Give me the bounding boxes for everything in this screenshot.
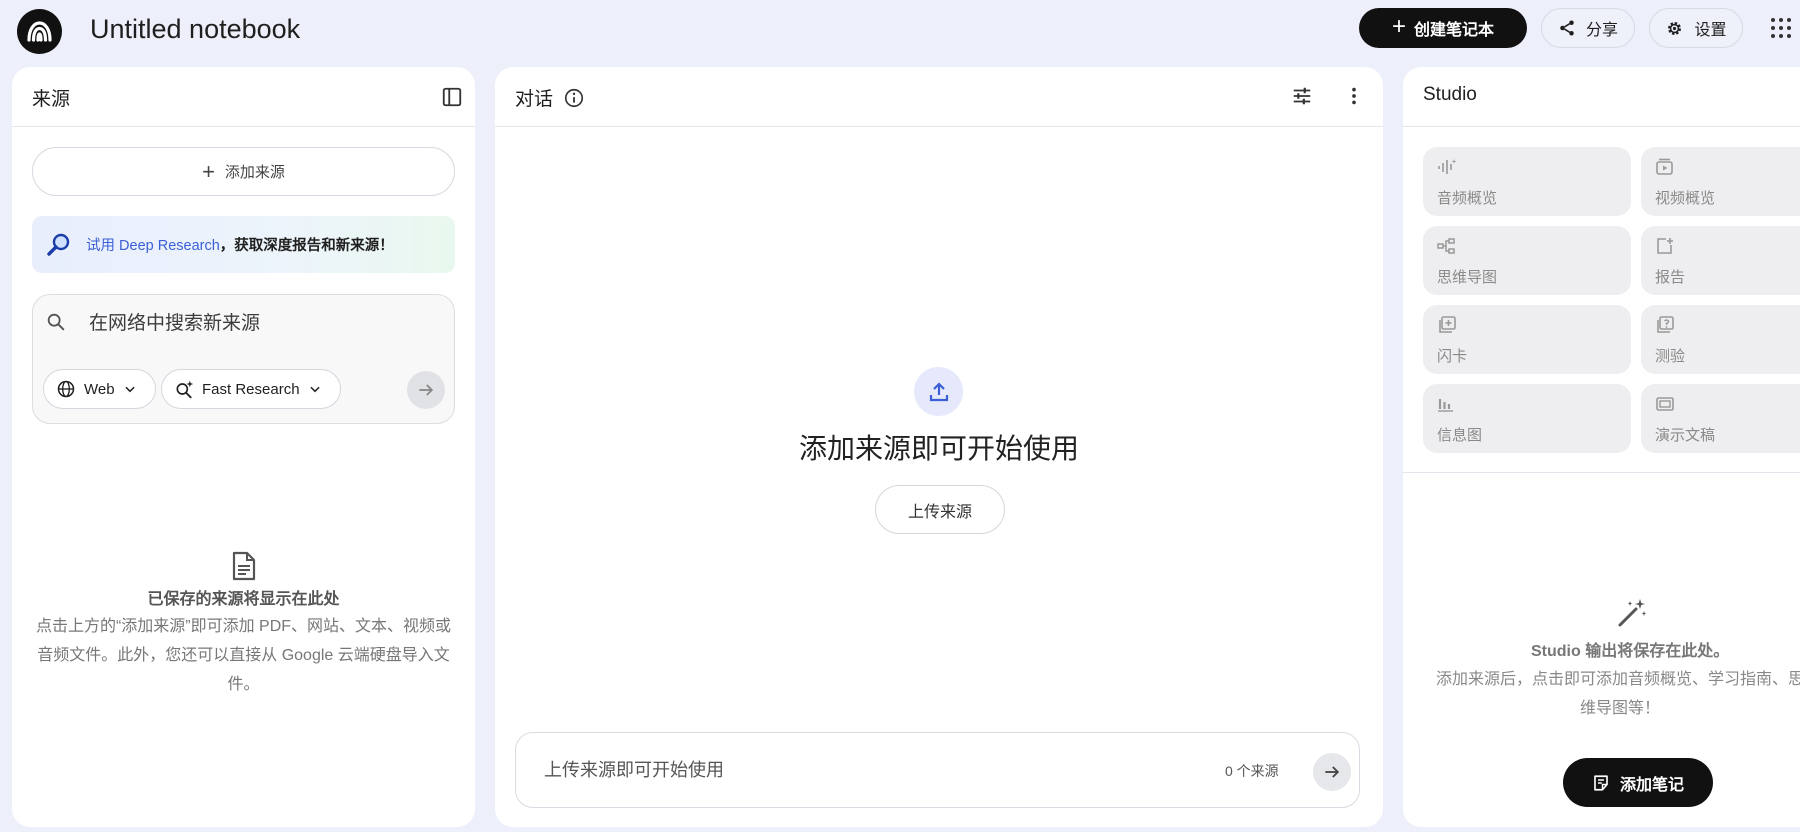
studio-tile-label: 音频概览 — [1437, 190, 1498, 207]
sparkle-search-icon — [176, 380, 194, 399]
magic-wand-icon — [1618, 599, 1647, 627]
source-count: 0 个来源 — [1225, 763, 1279, 779]
info-icon[interactable] — [563, 87, 585, 109]
studio-tile-slides[interactable]: 演示文稿 — [1641, 384, 1800, 453]
share-label: 分享 — [1585, 22, 1618, 39]
chevron-down-icon — [309, 386, 320, 393]
studio-tile-flashcards[interactable]: 闪卡 — [1423, 305, 1631, 374]
chevron-down-icon — [124, 386, 135, 393]
chat-title: 对话 — [515, 89, 554, 110]
deep-research-text: ，获取深度报告和新来源！ — [219, 238, 394, 254]
studio-header: Studio — [1403, 67, 1800, 127]
studio-tile-audio-overview[interactable]: 音频概览 — [1423, 147, 1631, 216]
deep-research-banner[interactable]: 试用 Deep Research，获取深度报告和新来源！ — [32, 216, 455, 273]
slides-icon — [1656, 397, 1674, 411]
flashcard-icon — [1439, 316, 1456, 333]
document-icon — [232, 551, 255, 581]
studio-empty-title: Studio 输出将保存在此处。 — [1531, 643, 1730, 660]
web-search-box: Web Fast Research — [32, 294, 455, 424]
studio-tile-infographic[interactable]: 信息图 — [1423, 384, 1631, 453]
chat-composer: 0 个来源 — [515, 732, 1360, 808]
fast-research-label: Fast Research — [202, 380, 300, 398]
search-submit-button[interactable] — [407, 371, 445, 409]
share-icon — [1560, 20, 1574, 36]
notebooklm-logo-icon[interactable] — [17, 9, 62, 54]
create-notebook-label: 创建笔记本 — [1414, 22, 1495, 39]
top-bar: Untitled notebook + 创建笔记本 分享 设置 — [0, 0, 1800, 58]
chat-panel: 对话 添加来源即可开始使用 上传来源 0 个来源 — [495, 67, 1383, 827]
sources-empty-description: 点击上方的“添加来源”即可添加 PDF、网站、文本、视频或音频文件。此外，您还可… — [35, 618, 452, 693]
plus-icon: + — [202, 158, 215, 184]
arrow-right-icon — [419, 384, 434, 396]
studio-empty-description: 添加来源后，点击即可添加音频概览、学习指南、思维导图等！ — [1435, 671, 1800, 717]
studio-tile-report[interactable]: 报告 — [1641, 226, 1800, 295]
add-source-label: 添加来源 — [224, 164, 285, 181]
magnifier-icon — [47, 233, 70, 256]
add-source-button[interactable]: + 添加来源 — [32, 147, 455, 196]
sources-header: 来源 — [12, 67, 475, 127]
studio-tile-label: 信息图 — [1437, 427, 1483, 444]
sources-empty-title: 已保存的来源将显示在此处 — [147, 591, 340, 608]
report-icon — [1657, 238, 1673, 254]
web-chip-label: Web — [84, 380, 115, 398]
note-icon — [1594, 774, 1608, 791]
deep-research-link[interactable]: 试用 Deep Research — [86, 238, 220, 254]
create-notebook-button[interactable]: + 创建笔记本 — [1359, 8, 1527, 48]
studio-tile-quiz[interactable]: 测验 — [1641, 305, 1800, 374]
research-mode-dropdown[interactable]: Fast Research — [161, 369, 341, 409]
studio-tile-label: 闪卡 — [1437, 348, 1468, 365]
studio-tile-label: 视频概览 — [1655, 190, 1716, 207]
plus-icon: + — [1391, 13, 1406, 40]
studio-tile-label: 思维导图 — [1437, 269, 1498, 286]
send-button[interactable] — [1313, 753, 1351, 791]
gear-icon — [1668, 21, 1682, 35]
search-icon — [47, 313, 65, 331]
mind-map-icon — [1437, 238, 1455, 254]
upload-source-button[interactable]: 上传来源 — [875, 485, 1005, 534]
share-button[interactable]: 分享 — [1541, 8, 1635, 48]
audio-wave-icon — [1438, 159, 1457, 174]
video-icon — [1656, 158, 1673, 175]
studio-tile-video-overview[interactable]: 视频概览 — [1641, 147, 1800, 216]
upload-icon — [914, 367, 963, 416]
notebook-title[interactable]: Untitled notebook — [90, 13, 300, 45]
globe-icon — [57, 380, 75, 398]
tune-settings-icon[interactable] — [1291, 85, 1313, 107]
sources-empty-state: 已保存的来源将显示在此处 点击上方的“添加来源”即可添加 PDF、网站、文本、视… — [12, 551, 475, 699]
settings-label: 设置 — [1694, 22, 1727, 39]
studio-tile-label: 演示文稿 — [1655, 427, 1716, 444]
studio-tile-label: 报告 — [1655, 269, 1686, 286]
settings-button[interactable]: 设置 — [1649, 8, 1743, 48]
sources-title: 来源 — [32, 89, 71, 110]
chat-header: 对话 — [495, 67, 1383, 127]
collapse-panel-icon[interactable] — [441, 86, 463, 108]
web-search-input[interactable] — [89, 307, 429, 341]
more-vert-icon[interactable] — [1343, 85, 1365, 107]
studio-title: Studio — [1423, 84, 1477, 105]
arrow-right-icon — [1325, 766, 1340, 778]
infographic-icon — [1438, 399, 1453, 412]
quiz-icon — [1657, 316, 1674, 333]
chat-empty-headline: 添加来源即可开始使用 — [798, 433, 1079, 464]
apps-grid-icon[interactable] — [1771, 18, 1791, 38]
add-note-button[interactable]: 添加笔记 — [1563, 758, 1713, 807]
studio-panel: Studio 音频概览 视频概览 思维导图 报告 闪卡 测验 信息图 演示文稿 … — [1403, 67, 1800, 827]
add-note-label: 添加笔记 — [1619, 776, 1684, 794]
sources-panel: 来源 + 添加来源 试用 Deep Research，获取深度报告和新来源！ 在… — [12, 67, 475, 827]
studio-tile-label: 测验 — [1655, 348, 1686, 365]
studio-tile-mind-map[interactable]: 思维导图 — [1423, 226, 1631, 295]
studio-divider — [1403, 472, 1800, 473]
web-source-dropdown[interactable]: Web — [43, 369, 156, 409]
chat-input[interactable] — [544, 753, 1104, 787]
